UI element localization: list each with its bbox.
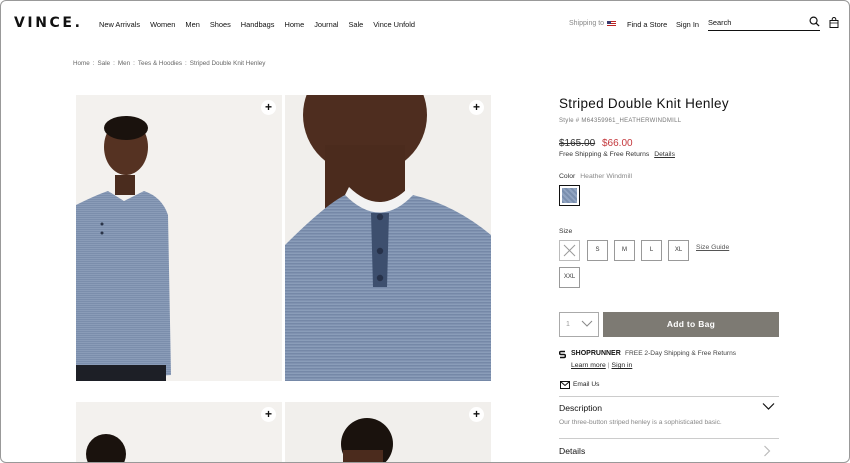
size-label: Size — [559, 228, 573, 235]
unavailable-cross-icon — [563, 244, 576, 257]
search-bar — [708, 16, 820, 31]
size-option-unavailable — [559, 240, 580, 261]
free-shipping-text: Free Shipping & Free Returns — [559, 151, 650, 158]
divider — [559, 438, 779, 439]
main-nav: New Arrivals Women Men Shoes Handbags Ho… — [99, 20, 425, 29]
color-value: Heather Windmill — [580, 173, 632, 180]
size-option-m[interactable]: M — [614, 240, 635, 261]
email-us-link[interactable]: Email Us — [573, 381, 599, 388]
description-text: Our three-button striped henley is a sop… — [559, 419, 722, 426]
color-row: Color Heather Windmill — [559, 173, 632, 180]
original-price: $165.00 — [559, 138, 596, 149]
details-link[interactable]: Details — [654, 151, 675, 158]
shoprunner-offer: FREE 2-Day Shipping & Free Returns — [625, 350, 737, 357]
shipping-to-label: Shipping to — [569, 20, 605, 27]
product-image-3[interactable]: + — [76, 402, 282, 462]
shoprunner-logo-icon — [559, 350, 566, 359]
nav-item-handbags[interactable]: Handbags — [241, 20, 275, 29]
page-frame: VINCE. New Arrivals Women Men Shoes Hand… — [0, 0, 850, 463]
color-label: Color — [559, 173, 576, 180]
free-shipping-note: Free Shipping & Free Returns Details — [559, 151, 675, 158]
size-option-xl[interactable]: XL — [668, 240, 689, 261]
breadcrumb-sale[interactable]: Sale — [98, 60, 111, 67]
shoprunner-learn-more-link[interactable]: Learn more — [571, 362, 606, 369]
zoom-plus-icon[interactable]: + — [261, 407, 276, 422]
divider — [559, 396, 779, 397]
sign-in-link[interactable]: Sign In — [676, 20, 699, 29]
product-image-1[interactable]: + — [76, 95, 282, 381]
breadcrumb-tees-hoodies[interactable]: Tees & Hoodies — [138, 60, 182, 67]
breadcrumb-home[interactable]: Home — [73, 60, 90, 67]
size-option-xxl[interactable]: XXL — [559, 267, 580, 288]
quantity-select[interactable]: 1 — [559, 312, 599, 337]
size-option-s[interactable]: S — [587, 240, 608, 261]
model-front-photo — [76, 95, 282, 381]
description-accordion-title[interactable]: Description — [559, 403, 602, 413]
chevron-down-icon[interactable] — [762, 402, 775, 411]
shopping-bag-icon[interactable] — [829, 17, 839, 28]
breadcrumb: Home: Sale: Men: Tees & Hoodies: Striped… — [73, 60, 266, 67]
search-icon[interactable] — [809, 16, 820, 27]
details-accordion-title[interactable]: Details — [559, 446, 585, 456]
breadcrumb-men[interactable]: Men — [118, 60, 130, 67]
nav-item-new-arrivals[interactable]: New Arrivals — [99, 20, 140, 29]
size-option-l[interactable]: L — [641, 240, 662, 261]
shoprunner-sign-in-link[interactable]: Sign in — [612, 362, 633, 369]
size-guide-link[interactable]: Size Guide — [696, 244, 729, 251]
nav-item-sale[interactable]: Sale — [348, 20, 363, 29]
search-input[interactable] — [708, 18, 804, 27]
model-closeup-photo — [285, 95, 491, 381]
find-store-link[interactable]: Find a Store — [627, 20, 667, 29]
site-header: VINCE. New Arrivals Women Men Shoes Hand… — [1, 1, 849, 43]
shoprunner-links: Learn more | Sign in — [571, 362, 633, 369]
chevron-right-icon[interactable] — [763, 445, 771, 457]
nav-item-men[interactable]: Men — [185, 20, 199, 29]
us-flag-icon — [607, 20, 617, 27]
zoom-plus-icon[interactable]: + — [469, 407, 484, 422]
nav-item-journal[interactable]: Journal — [314, 20, 338, 29]
model-photo-3 — [76, 402, 282, 462]
product-image-4[interactable]: + — [285, 402, 491, 462]
email-icon[interactable] — [560, 381, 570, 389]
add-to-bag-button[interactable]: Add to Bag — [603, 312, 779, 337]
color-swatch-heather-windmill[interactable] — [559, 185, 580, 206]
sale-price: $66.00 — [602, 138, 633, 149]
product-title: Striped Double Knit Henley — [559, 96, 729, 111]
nav-item-vince-unfold[interactable]: Vince Unfold — [373, 20, 415, 29]
zoom-plus-icon[interactable]: + — [261, 100, 276, 115]
chevron-down-icon — [581, 320, 593, 327]
model-photo-4 — [285, 402, 491, 462]
zoom-plus-icon[interactable]: + — [469, 100, 484, 115]
shipping-to-selector[interactable]: Shipping to — [569, 20, 617, 27]
nav-item-women[interactable]: Women — [150, 20, 175, 29]
nav-item-home[interactable]: Home — [284, 20, 304, 29]
product-image-2[interactable]: + — [285, 95, 491, 381]
breadcrumb-current: Striped Double Knit Henley — [189, 60, 266, 67]
shoprunner-brand: SHOPRUNNER — [571, 350, 621, 357]
vince-logo[interactable]: VINCE. — [14, 15, 83, 31]
product-style-number: Style # M64359961_HEATHERWINDMILL — [559, 118, 682, 124]
nav-item-shoes[interactable]: Shoes — [210, 20, 231, 29]
quantity-value: 1 — [566, 321, 570, 328]
